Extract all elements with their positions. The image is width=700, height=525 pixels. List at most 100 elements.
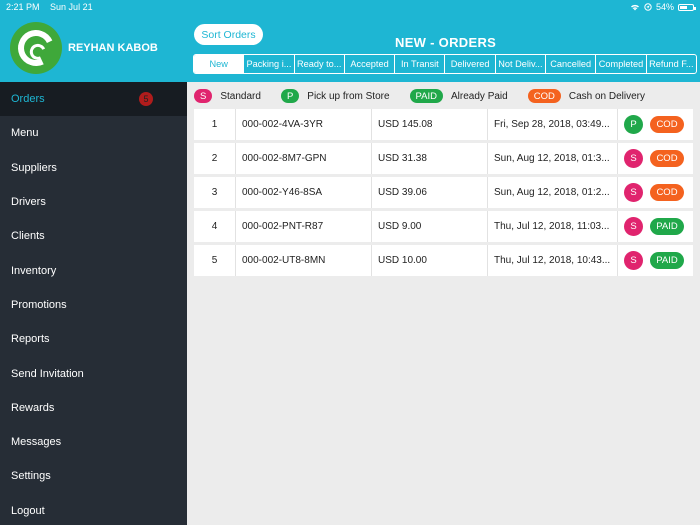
sidebar-item-logout[interactable]: Logout (0, 494, 187, 525)
legend-standard-label: Standard (220, 90, 261, 102)
tab-refund[interactable]: Refund F... (647, 55, 696, 73)
orders-count-badge: 5 (139, 92, 153, 106)
table-row[interactable]: 2 000-002-8M7-GPN USD 31.38 Sun, Aug 12,… (194, 143, 693, 174)
order-tags: S COD (618, 143, 693, 174)
table-row[interactable]: 4 000-002-PNT-R87 USD 9.00 Thu, Jul 12, … (194, 211, 693, 242)
legend-paid-tag: PAID (409, 89, 444, 103)
sidebar-item-label: Promotions (11, 298, 67, 311)
order-amount: USD 10.00 (372, 245, 488, 276)
order-tags: P COD (618, 109, 693, 140)
sidebar-item-label: Reports (11, 333, 50, 346)
payment-badge: PAID (650, 252, 684, 269)
order-date: Sun, Aug 12, 2018, 01:3... (488, 143, 618, 174)
order-date: Thu, Jul 12, 2018, 11:03... (488, 211, 618, 242)
payment-badge: PAID (650, 218, 684, 235)
tab-in-transit[interactable]: In Transit (395, 55, 446, 73)
tab-accepted[interactable]: Accepted (345, 55, 396, 73)
sidebar-item-label: Rewards (11, 401, 55, 414)
order-number: 2 (194, 143, 236, 174)
status-tabs: New Packing i... Ready to... Accepted In… (193, 54, 697, 74)
sidebar-item-label: Send Invitation (11, 367, 84, 380)
order-id: 000-002-PNT-R87 (236, 211, 372, 242)
sidebar-item-label: Settings (11, 470, 51, 483)
page-title: NEW - ORDERS (395, 35, 497, 50)
tab-delivered[interactable]: Delivered (445, 55, 496, 73)
sidebar-item-reports[interactable]: Reports (0, 322, 187, 356)
legend-cod-tag: COD (527, 89, 561, 103)
table-row[interactable]: 1 000-002-4VA-3YR USD 145.08 Fri, Sep 28… (194, 109, 693, 140)
sidebar-item-rewards[interactable]: Rewards (0, 391, 187, 425)
order-tags: S COD (618, 177, 693, 208)
order-amount: USD 9.00 (372, 211, 488, 242)
order-number: 4 (194, 211, 236, 242)
sidebar-item-orders[interactable]: Orders 5 (0, 82, 187, 117)
legend-paid-label: Already Paid (451, 90, 508, 102)
order-number: 5 (194, 245, 236, 276)
table-row[interactable]: 3 000-002-Y46-8SA USD 39.06 Sun, Aug 12,… (194, 177, 693, 208)
payment-badge: COD (650, 150, 684, 167)
wifi-icon (630, 4, 639, 11)
sidebar-item-label: Menu (11, 127, 39, 140)
battery-percent: 54% (655, 2, 674, 12)
legend-cod-label: Cash on Delivery (568, 90, 645, 102)
order-id: 000-002-Y46-8SA (236, 177, 372, 208)
brand-header: REYHAN KABOB (0, 14, 187, 82)
legend-standard-tag: S (194, 89, 213, 103)
order-id: 000-002-UT8-8MN (236, 245, 372, 276)
sidebar-item-label: Drivers (11, 196, 46, 209)
orders-table: 1 000-002-4VA-3YR USD 145.08 Fri, Sep 28… (194, 109, 693, 279)
tab-packing[interactable]: Packing i... (244, 55, 295, 73)
payment-badge: COD (650, 116, 684, 133)
order-type-badge: S (624, 183, 643, 202)
sidebar-item-messages[interactable]: Messages (0, 425, 187, 459)
location-icon (644, 3, 652, 11)
tab-not-delivered[interactable]: Not Deliv... (496, 55, 547, 73)
sidebar-item-send-invitation[interactable]: Send Invitation (0, 356, 187, 390)
status-bar: 2:21 PM Sun Jul 21 54% (0, 0, 700, 14)
status-time: 2:21 PM (6, 2, 40, 12)
sidebar-item-label: Suppliers (11, 161, 57, 174)
order-id: 000-002-4VA-3YR (236, 109, 372, 140)
sidebar-item-label: Orders (11, 93, 45, 106)
tab-cancelled[interactable]: Cancelled (546, 55, 597, 73)
sidebar-item-suppliers[interactable]: Suppliers (0, 151, 187, 185)
order-date: Thu, Jul 12, 2018, 10:43... (488, 245, 618, 276)
order-tags: S PAID (618, 211, 693, 242)
table-row[interactable]: 5 000-002-UT8-8MN USD 10.00 Thu, Jul 12,… (194, 245, 693, 276)
orders-header: Sort Orders NEW - ORDERS New Packing i..… (187, 14, 700, 82)
order-amount: USD 39.06 (372, 177, 488, 208)
brand-logo (10, 22, 62, 74)
tab-ready[interactable]: Ready to... (295, 55, 345, 73)
sidebar-item-inventory[interactable]: Inventory (0, 253, 187, 287)
sidebar-item-label: Inventory (11, 264, 57, 277)
legend-pickup-tag: P (280, 89, 300, 103)
brand-name: REYHAN KABOB (68, 42, 158, 54)
order-tags: S PAID (618, 245, 693, 276)
order-type-badge: S (624, 251, 643, 270)
order-date: Fri, Sep 28, 2018, 03:49... (488, 109, 618, 140)
sidebar: REYHAN KABOB Orders 5 Menu Suppliers Dri… (0, 14, 187, 525)
sidebar-item-settings[interactable]: Settings (0, 459, 187, 493)
sidebar-item-promotions[interactable]: Promotions (0, 288, 187, 322)
sidebar-item-label: Logout (11, 504, 45, 517)
order-type-badge: S (624, 149, 643, 168)
order-number: 3 (194, 177, 236, 208)
status-date: Sun Jul 21 (50, 2, 93, 12)
order-amount: USD 145.08 (372, 109, 488, 140)
order-id: 000-002-8M7-GPN (236, 143, 372, 174)
sort-orders-button[interactable]: Sort Orders (194, 24, 263, 45)
order-type-badge: P (624, 115, 643, 134)
tab-new[interactable]: New (194, 55, 245, 73)
payment-badge: COD (650, 184, 684, 201)
sidebar-item-label: Clients (11, 230, 45, 243)
sidebar-item-clients[interactable]: Clients (0, 219, 187, 253)
battery-icon (678, 3, 696, 11)
sidebar-item-drivers[interactable]: Drivers (0, 185, 187, 219)
sidebar-item-label: Messages (11, 436, 62, 449)
tab-completed[interactable]: Completed (596, 55, 647, 73)
sidebar-item-menu[interactable]: Menu (0, 116, 187, 150)
order-type-badge: S (624, 217, 643, 236)
order-date: Sun, Aug 12, 2018, 01:2... (488, 177, 618, 208)
legend-pickup-label: Pick up from Store (307, 90, 390, 102)
order-amount: USD 31.38 (372, 143, 488, 174)
